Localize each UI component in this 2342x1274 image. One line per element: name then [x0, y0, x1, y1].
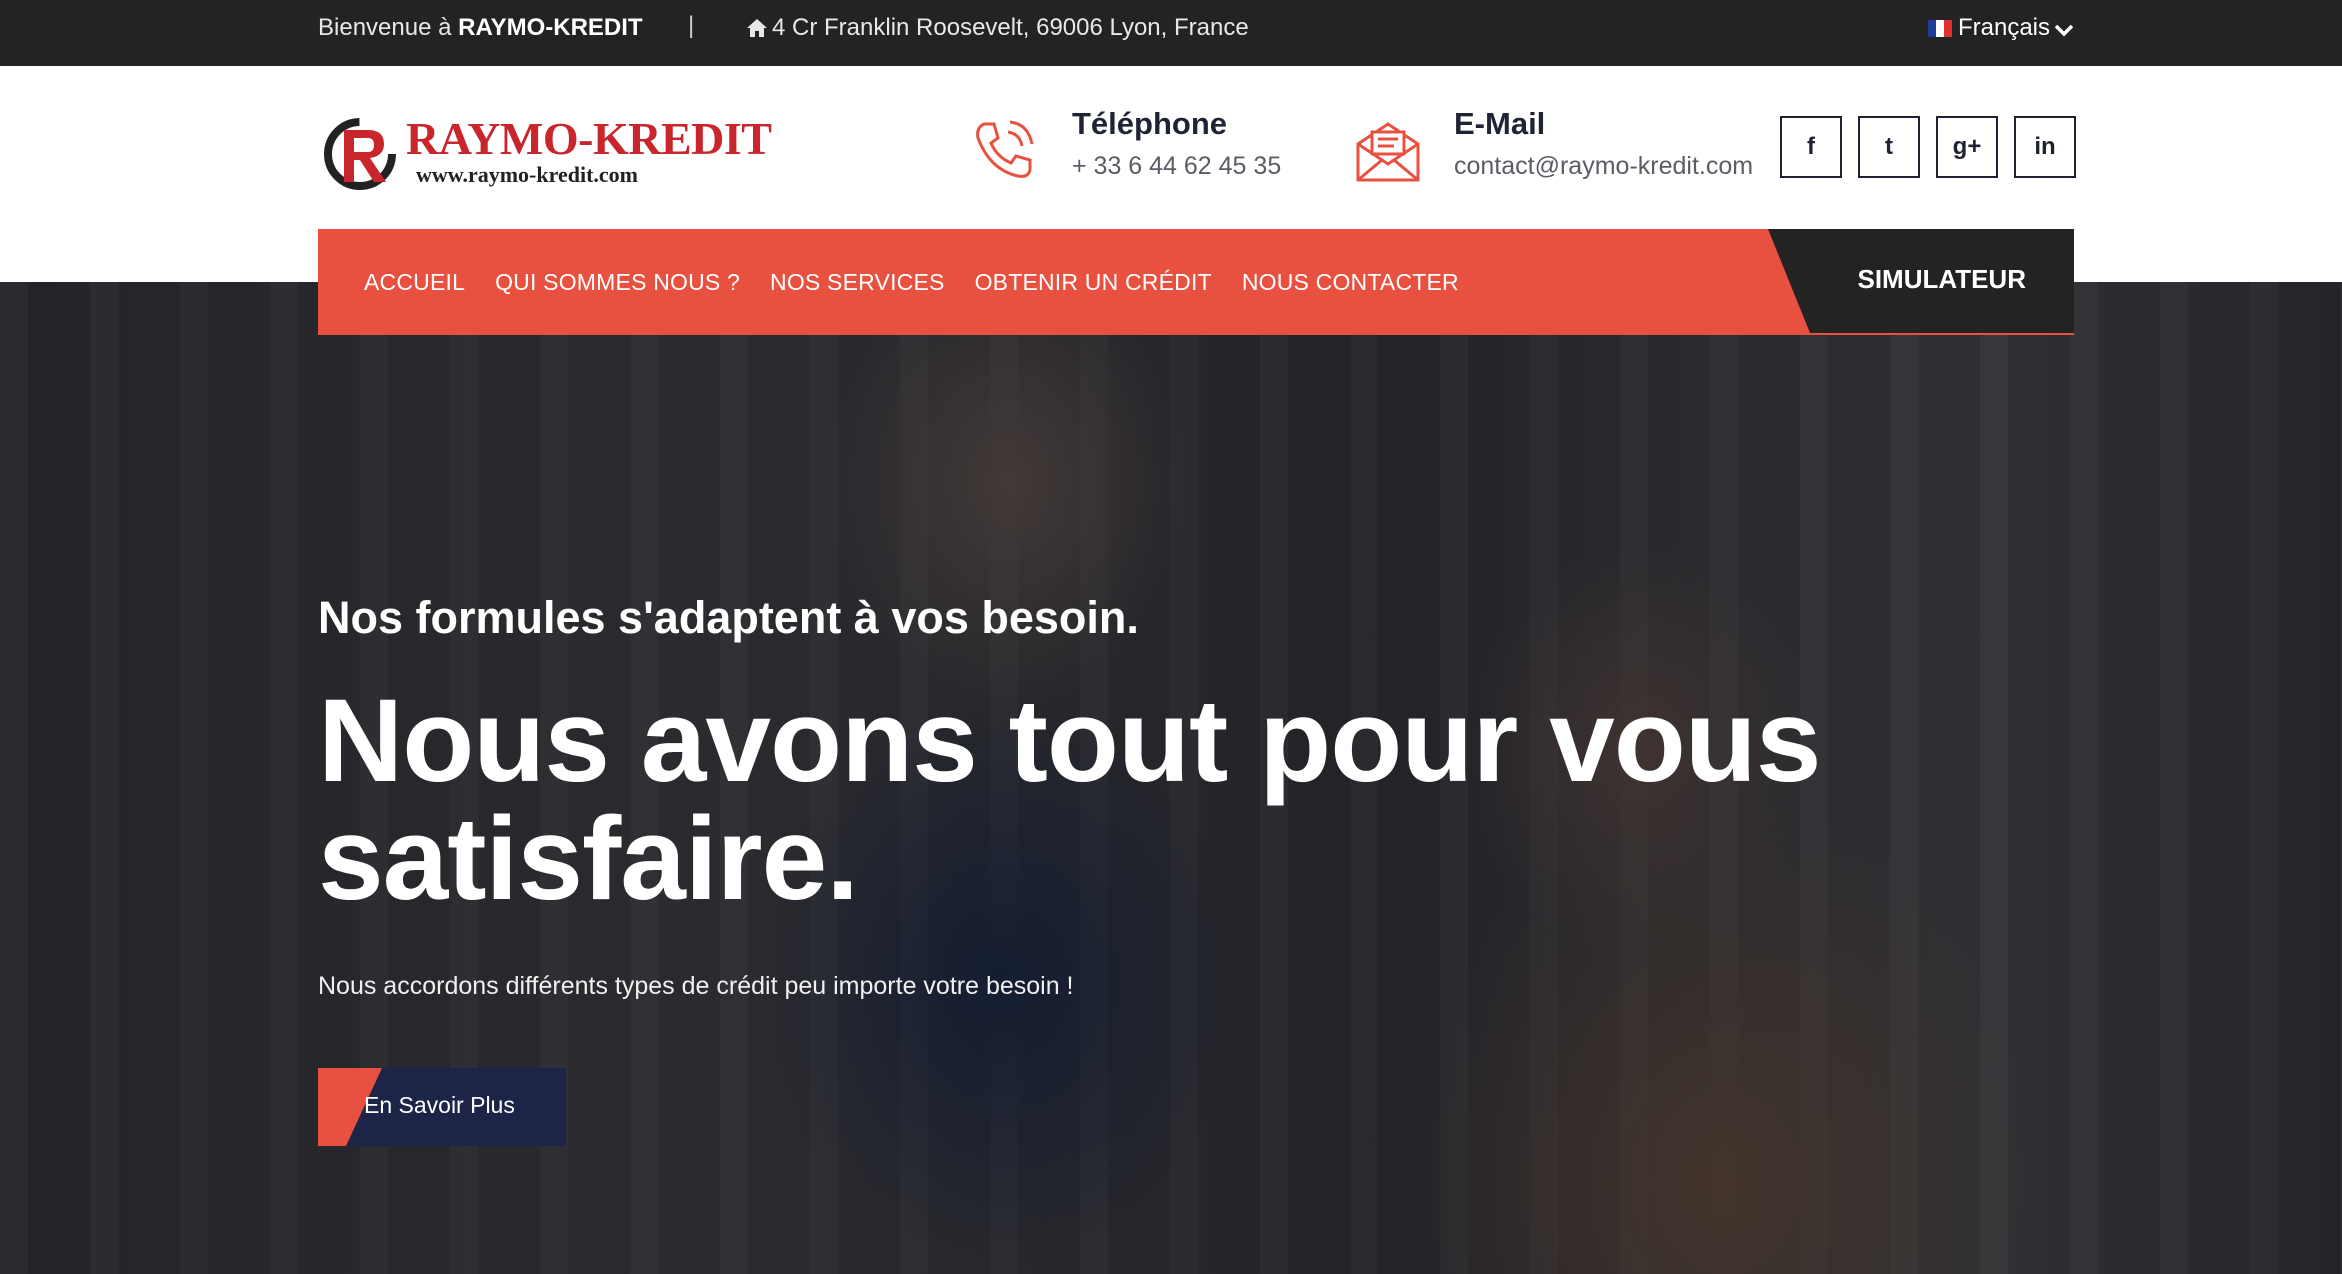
nav-item-nos-services[interactable]: NOS SERVICES: [770, 269, 945, 296]
topbar-separator: |: [688, 12, 695, 39]
google-plus-icon: g+: [1952, 133, 1982, 160]
address: 4 Cr Franklin Roosevelt, 69006 Lyon, Fra…: [746, 14, 1249, 42]
top-bar: Bienvenue à RAYMO-KREDIT | 4 Cr Franklin…: [0, 0, 2342, 66]
twitter-icon: t: [1885, 133, 1893, 160]
linkedin-icon: in: [2034, 133, 2056, 160]
nav-item-qui-sommes-nous[interactable]: QUI SOMMES NOUS ?: [495, 269, 740, 296]
phone-icon: [976, 120, 1034, 178]
hero-title: Nous avons tout pour vous satisfaire.: [318, 675, 1822, 925]
chevron-down-icon: [2054, 24, 2074, 37]
hero-subtitle: Nos formules s'adaptent à vos besoin.: [318, 592, 1139, 643]
hero-description: Nous accordons différents types de crédi…: [318, 972, 1074, 1000]
phone-value[interactable]: + 33 6 44 62 45 35: [1072, 152, 1281, 181]
welcome-prefix: Bienvenue à: [318, 14, 452, 41]
google-plus-button[interactable]: g+: [1936, 116, 1998, 178]
language-label: Français: [1957, 14, 2050, 41]
nav-menu: ACCUEIL QUI SOMMES NOUS ? NOS SERVICES O…: [364, 229, 1489, 335]
logo-mark-icon: [324, 118, 396, 190]
facebook-icon: f: [1807, 133, 1815, 160]
nav-item-obtenir-credit[interactable]: OBTENIR UN CRÉDIT: [975, 269, 1212, 296]
home-icon: [747, 19, 767, 37]
simulator-button[interactable]: SIMULATEUR: [1857, 264, 2026, 295]
learn-more-button[interactable]: En Savoir Plus: [318, 1068, 566, 1146]
main-navigation: ACCUEIL QUI SOMMES NOUS ? NOS SERVICES O…: [318, 229, 2074, 335]
welcome-brand: RAYMO-KREDIT: [458, 14, 643, 41]
logo-name: RAYMO-KREDIT: [406, 113, 772, 164]
twitter-button[interactable]: t: [1858, 116, 1920, 178]
email-value[interactable]: contact@raymo-kredit.com: [1454, 152, 1753, 181]
nav-item-nous-contacter[interactable]: NOUS CONTACTER: [1242, 269, 1459, 296]
phone-title: Téléphone: [1072, 106, 1228, 141]
envelope-icon: [1356, 122, 1420, 182]
facebook-button[interactable]: f: [1780, 116, 1842, 178]
hero-banner: Nos formules s'adaptent à vos besoin. No…: [0, 282, 2342, 1274]
welcome-text: Bienvenue à RAYMO-KREDIT: [318, 14, 643, 42]
linkedin-button[interactable]: in: [2014, 116, 2076, 178]
logo[interactable]: RAYMO-KREDIT www.raymo-kredit.com: [322, 108, 772, 194]
french-flag-icon: [1927, 20, 1952, 37]
address-text: 4 Cr Franklin Roosevelt, 69006 Lyon, Fra…: [772, 14, 1249, 41]
email-title: E-Mail: [1454, 106, 1546, 141]
logo-url: www.raymo-kredit.com: [416, 162, 638, 187]
language-selector[interactable]: Français: [1927, 14, 2074, 42]
nav-item-accueil[interactable]: ACCUEIL: [364, 269, 465, 296]
learn-more-label: En Savoir Plus: [364, 1092, 515, 1118]
